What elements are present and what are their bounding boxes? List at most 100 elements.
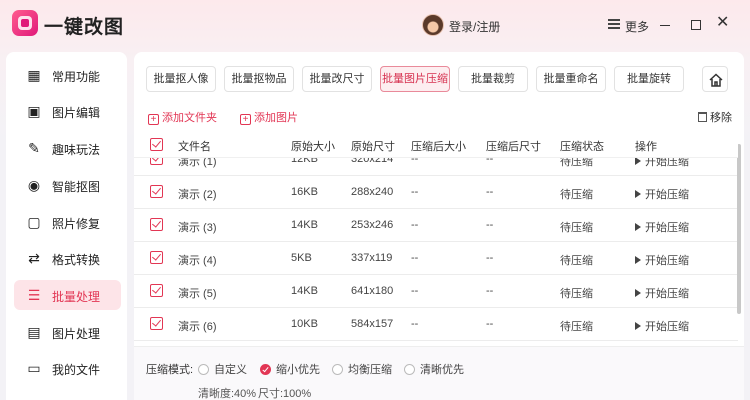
play-icon: [635, 289, 641, 297]
login-register-link[interactable]: 登录/注册: [449, 18, 500, 35]
row-checkbox[interactable]: [150, 251, 163, 264]
start-compress-label: 开始压缩: [645, 255, 689, 267]
play-icon: [635, 223, 641, 231]
add-image-button[interactable]: + 添加图片: [240, 109, 298, 125]
home-button[interactable]: [702, 66, 728, 92]
radio-label: 均衡压缩: [348, 364, 392, 376]
original-size: 10KB: [291, 318, 318, 330]
original-size: 14KB: [291, 219, 318, 231]
magic-icon: ✎: [28, 140, 40, 156]
original-dims: 641x180: [351, 285, 394, 297]
sidebar-item-label: 图片处理: [52, 327, 101, 341]
more-button[interactable]: 更多: [625, 18, 649, 35]
row-checkbox[interactable]: [150, 185, 163, 198]
add-image-label: 添加图片: [254, 112, 298, 124]
compressed-size: --: [411, 318, 419, 330]
sidebar-item-label: 趣味玩法: [52, 143, 101, 157]
table-row[interactable]: 演示 (2) 16KB 288x240 -- -- 待压缩 开始压缩: [134, 176, 738, 209]
row-checkbox[interactable]: [150, 218, 163, 231]
column-header: 原始大小: [291, 141, 335, 153]
play-icon: [635, 157, 641, 165]
row-checkbox[interactable]: [150, 284, 163, 297]
tab-batch-compress[interactable]: 批量图片压缩: [380, 66, 450, 92]
tab-batch-rename[interactable]: 批量重命名: [536, 66, 606, 92]
tab-batch-crop[interactable]: 批量裁剪: [458, 66, 528, 92]
row-checkbox[interactable]: [150, 317, 163, 330]
radio-shrink-priority[interactable]: 缩小优先: [260, 361, 320, 377]
column-header: 文件名: [178, 141, 211, 153]
compression-settings: 压缩模式: 自定义 缩小优先 均衡压缩 清晰优先 清晰度:40% 尺寸:100%: [134, 346, 744, 400]
start-compress-button[interactable]: 开始压缩: [635, 285, 689, 301]
tab-batch-object[interactable]: 批量抠物品: [224, 66, 294, 92]
app-logo-icon: [12, 10, 38, 36]
radio-balanced[interactable]: 均衡压缩: [332, 361, 392, 377]
close-icon[interactable]: ✕: [716, 15, 729, 31]
compressed-dims: --: [486, 285, 494, 297]
tab-batch-rotate[interactable]: 批量旋转: [614, 66, 684, 92]
sidebar-item-label: 智能抠图: [52, 180, 101, 194]
sidebar-item-label: 格式转换: [52, 253, 101, 267]
sidebar-item-label: 常用功能: [52, 70, 101, 84]
main-panel: 批量抠人像 批量抠物品 批量改尺寸 批量图片压缩 批量裁剪 批量重命名 批量旋转…: [134, 52, 744, 400]
convert-icon: ⇄: [28, 250, 40, 266]
original-dims: 584x157: [351, 318, 394, 330]
radio-custom[interactable]: 自定义: [198, 361, 247, 377]
compressed-dims: --: [486, 318, 494, 330]
grid-icon: ▦: [27, 67, 41, 83]
original-size: 16KB: [291, 186, 318, 198]
start-compress-button[interactable]: 开始压缩: [635, 219, 689, 235]
radio-clarity-priority[interactable]: 清晰优先: [404, 361, 464, 377]
sidebar-item-fun[interactable]: ✎ 趣味玩法: [14, 133, 121, 163]
batch-icon: ☰: [27, 287, 41, 303]
avatar[interactable]: [422, 14, 444, 36]
sidebar-item-label: 照片修复: [52, 217, 101, 231]
column-header: 操作: [635, 141, 657, 153]
select-all-checkbox[interactable]: [150, 138, 163, 151]
original-size: 5KB: [291, 252, 312, 264]
radio-label: 清晰优先: [420, 364, 464, 376]
table-row[interactable]: 演示 (4) 5KB 337x119 -- -- 待压缩 开始压缩: [134, 242, 738, 275]
original-dims: 288x240: [351, 186, 394, 198]
sidebar-item-my-files[interactable]: ▭ 我的文件: [14, 353, 121, 383]
add-folder-label: 添加文件夹: [162, 112, 217, 124]
start-compress-button[interactable]: 开始压缩: [635, 318, 689, 334]
start-compress-button[interactable]: 开始压缩: [635, 186, 689, 202]
plus-icon: +: [240, 114, 251, 125]
sidebar-item-image-edit[interactable]: ▣ 图片编辑: [14, 96, 121, 126]
radio-icon: [404, 364, 415, 375]
start-compress-label: 开始压缩: [645, 222, 689, 234]
file-name: 演示 (4): [178, 255, 217, 267]
sidebar-item-common[interactable]: ▦ 常用功能: [14, 60, 121, 90]
sidebar-item-repair[interactable]: ▢ 照片修复: [14, 207, 121, 237]
home-icon: [709, 73, 723, 87]
original-size: 14KB: [291, 285, 318, 297]
sidebar-item-batch[interactable]: ☰ 批量处理: [14, 280, 121, 310]
compressed-dims: --: [486, 252, 494, 264]
maximize-icon[interactable]: [691, 20, 701, 30]
table-row[interactable]: 演示 (6) 10KB 584x157 -- -- 待压缩 开始压缩: [134, 308, 738, 341]
start-compress-label: 开始压缩: [645, 321, 689, 333]
remove-label: 移除: [710, 112, 732, 124]
file-table: 演示 (1) 12KB 320x214 -- -- 待压缩 开始压缩 文件名 原…: [134, 132, 738, 342]
radio-label: 缩小优先: [276, 364, 320, 376]
tab-batch-portrait[interactable]: 批量抠人像: [146, 66, 216, 92]
tab-batch-resize[interactable]: 批量改尺寸: [302, 66, 372, 92]
compressed-dims: --: [486, 219, 494, 231]
add-folder-button[interactable]: + 添加文件夹: [148, 109, 217, 125]
table-scrollbar[interactable]: [737, 144, 741, 314]
title-bar: 一键改图 登录/注册 更多 ✕: [0, 0, 750, 52]
table-row[interactable]: 演示 (3) 14KB 253x246 -- -- 待压缩 开始压缩: [134, 209, 738, 242]
sidebar-item-image-process[interactable]: ▤ 图片处理: [14, 317, 121, 347]
compress-status: 待压缩: [560, 189, 593, 201]
sidebar-item-label: 批量处理: [52, 290, 101, 304]
sidebar-item-cutout[interactable]: ◉ 智能抠图: [14, 170, 121, 200]
menu-icon[interactable]: [608, 19, 620, 29]
sidebar-item-convert[interactable]: ⇄ 格式转换: [14, 243, 121, 273]
remove-button[interactable]: 移除: [698, 109, 732, 125]
table-row[interactable]: 演示 (5) 14KB 641x180 -- -- 待压缩 开始压缩: [134, 275, 738, 308]
size-value: 尺寸:100%: [258, 388, 312, 400]
sidebar-item-label: 我的文件: [52, 363, 101, 377]
radio-checked-icon: [260, 364, 271, 375]
start-compress-button[interactable]: 开始压缩: [635, 252, 689, 268]
minimize-icon[interactable]: [660, 25, 670, 26]
